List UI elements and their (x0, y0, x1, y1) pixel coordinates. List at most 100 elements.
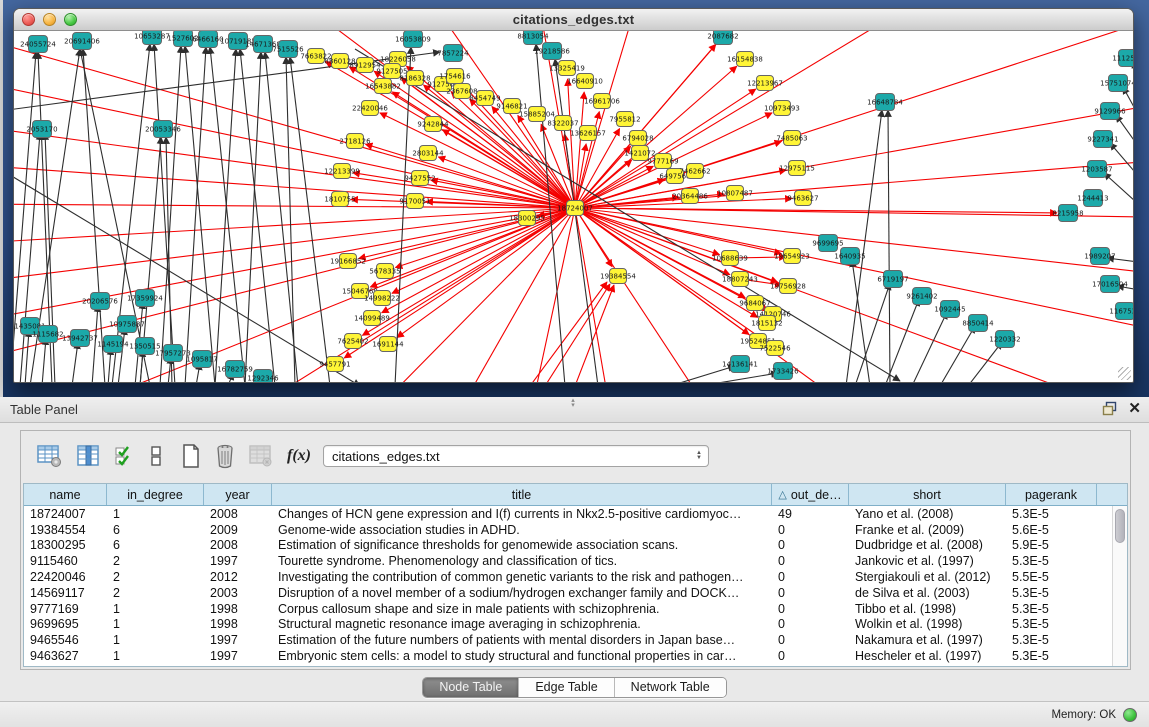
table-cell-out_de[interactable]: 0 (772, 570, 849, 584)
minimize-traffic-light-icon[interactable] (43, 13, 56, 26)
graph-edge[interactable] (185, 46, 215, 382)
table-cell-pagerank[interactable]: 5.3E-5 (1006, 586, 1097, 600)
table-cell-name[interactable]: 9699695 (24, 617, 107, 631)
graph-node[interactable]: 20691406 (64, 33, 100, 50)
table-cell-pagerank[interactable]: 5.5E-5 (1006, 570, 1097, 584)
table-row[interactable]: 1456911722003Disruption of a novel membe… (24, 585, 1127, 601)
graph-edge[interactable] (442, 130, 575, 208)
table-cell-name[interactable]: 18300295 (24, 538, 107, 552)
table-cell-year[interactable]: 2009 (204, 523, 272, 537)
graph-node[interactable]: 7485063 (776, 131, 807, 146)
table-cell-name[interactable]: 9777169 (24, 602, 107, 616)
table-cell-short[interactable]: Dudbridge et al. (2008) (849, 538, 1006, 552)
graph-node[interactable]: 1989207 (1084, 248, 1115, 265)
table-cell-title[interactable]: Investigating the contribution of common… (272, 570, 772, 584)
graph-edge[interactable] (1104, 173, 1133, 211)
graph-node[interactable]: 13942737 (62, 330, 98, 347)
table-row[interactable]: 977716911998Corpus callosum shape and si… (24, 601, 1127, 617)
show-columns-icon[interactable] (77, 441, 101, 471)
graph-node[interactable]: 1810755 (324, 192, 355, 207)
table-row[interactable]: 946362711997Embryonic stem cells: a mode… (24, 648, 1127, 664)
table-cell-out_de[interactable]: 0 (772, 633, 849, 647)
tab-edge-table[interactable]: Edge Table (519, 678, 614, 697)
zoom-traffic-light-icon[interactable] (64, 13, 77, 26)
close-traffic-light-icon[interactable] (22, 13, 35, 26)
graph-node[interactable]: 22420046 (352, 101, 388, 116)
vertical-scrollbar[interactable] (1112, 506, 1127, 666)
table-cell-in_degree[interactable]: 2 (107, 586, 204, 600)
create-column-icon[interactable] (181, 441, 201, 471)
network-canvas[interactable]: 1872400776638228860128891295418226058912… (14, 31, 1133, 382)
table-cell-in_degree[interactable]: 2 (107, 554, 204, 568)
graph-edge[interactable] (355, 49, 900, 381)
tab-network-table[interactable]: Network Table (615, 678, 726, 697)
table-cell-title[interactable]: Corpus callosum shape and size in male p… (272, 602, 772, 616)
table-row[interactable]: 1830029562008Estimation of significance … (24, 538, 1127, 554)
graph-node[interactable]: 6719197 (877, 271, 908, 288)
table-row[interactable]: 1938455462009Genome-wide association stu… (24, 522, 1127, 538)
table-cell-title[interactable]: Embryonic stem cells: a model to study s… (272, 649, 772, 663)
graph-edge[interactable] (286, 57, 295, 382)
table-cell-short[interactable]: Tibbo et al. (1998) (849, 602, 1006, 616)
graph-node[interactable]: 9129966 (1094, 103, 1126, 120)
table-cell-in_degree[interactable]: 1 (107, 649, 204, 663)
graph-node[interactable]: 1691144 (372, 337, 404, 352)
graph-edge[interactable] (215, 49, 236, 382)
table-cell-year[interactable]: 2008 (204, 538, 272, 552)
graph-node[interactable]: 16543882 (365, 79, 401, 94)
graph-edge[interactable] (72, 342, 78, 382)
table-cell-out_de[interactable]: 0 (772, 649, 849, 663)
table-cell-year[interactable]: 2003 (204, 586, 272, 600)
graph-edge[interactable] (397, 208, 575, 338)
graph-edge[interactable] (392, 208, 575, 293)
graph-node[interactable]: 1167533 (1109, 303, 1133, 320)
column-header-out_de[interactable]: △out_de… (772, 484, 849, 505)
graph-node[interactable]: 1092445 (934, 301, 965, 318)
float-panel-icon[interactable] (1102, 401, 1118, 416)
table-cell-title[interactable]: Tourette syndrome. Phenomenology and cla… (272, 554, 772, 568)
graph-node[interactable]: 2053170 (26, 121, 57, 138)
table-cell-in_degree[interactable]: 6 (107, 523, 204, 537)
table-cell-title[interactable]: Estimation of significance thresholds fo… (272, 538, 772, 552)
table-cell-short[interactable]: Stergiakouli et al. (2012) (849, 570, 1006, 584)
delete-column-icon[interactable] (213, 441, 237, 471)
table-cell-in_degree[interactable]: 2 (107, 570, 204, 584)
graph-node[interactable]: 14099489 (354, 311, 390, 326)
table-mode-icon[interactable] (37, 441, 63, 471)
graph-node[interactable]: 10807487 (717, 186, 753, 201)
graph-node[interactable]: 7625402 (337, 334, 368, 349)
table-cell-out_de[interactable]: 0 (772, 554, 849, 568)
table-cell-short[interactable]: Nakamura et al. (1997) (849, 633, 1006, 647)
graph-node[interactable]: 14136141 (722, 356, 758, 373)
table-cell-in_degree[interactable]: 1 (107, 633, 204, 647)
graph-node[interactable]: 16154838 (727, 52, 763, 67)
graph-node[interactable]: 20364486 (672, 189, 708, 204)
graph-node[interactable]: 1244413 (1077, 190, 1108, 207)
graph-node[interactable]: 1733426 (767, 363, 799, 380)
table-cell-name[interactable]: 18724007 (24, 507, 107, 521)
table-cell-pagerank[interactable]: 5.9E-5 (1006, 538, 1097, 552)
table-cell-short[interactable]: Yano et al. (2008) (849, 507, 1006, 521)
table-cell-pagerank[interactable]: 5.3E-5 (1006, 602, 1097, 616)
graph-edge[interactable] (382, 208, 575, 313)
table-cell-year[interactable]: 1997 (204, 633, 272, 647)
graph-edge[interactable] (245, 52, 261, 382)
graph-edge[interactable] (575, 208, 1133, 221)
table-cell-year[interactable]: 2012 (204, 570, 272, 584)
graph-edge[interactable] (14, 208, 575, 271)
graph-node[interactable]: 13626157 (570, 126, 606, 141)
split-pane-handle-icon[interactable]: ▴▾ (566, 398, 580, 405)
graph-edge[interactable] (344, 208, 575, 358)
graph-edge[interactable] (545, 284, 610, 382)
graph-edge[interactable] (888, 110, 890, 382)
column-header-in_degree[interactable]: in_degree (107, 484, 204, 505)
graph-node[interactable]: 16053809 (395, 31, 431, 48)
table-cell-short[interactable]: Jankovic et al. (1997) (849, 554, 1006, 568)
table-cell-year[interactable]: 1997 (204, 649, 272, 663)
graph-node[interactable]: 2718126 (339, 134, 371, 149)
table-cell-pagerank[interactable]: 5.3E-5 (1006, 554, 1097, 568)
graph-edge[interactable] (25, 330, 29, 382)
select-rows-icon[interactable] (115, 441, 137, 471)
table-cell-name[interactable]: 14569117 (24, 586, 107, 600)
table-cell-year[interactable]: 1997 (204, 554, 272, 568)
